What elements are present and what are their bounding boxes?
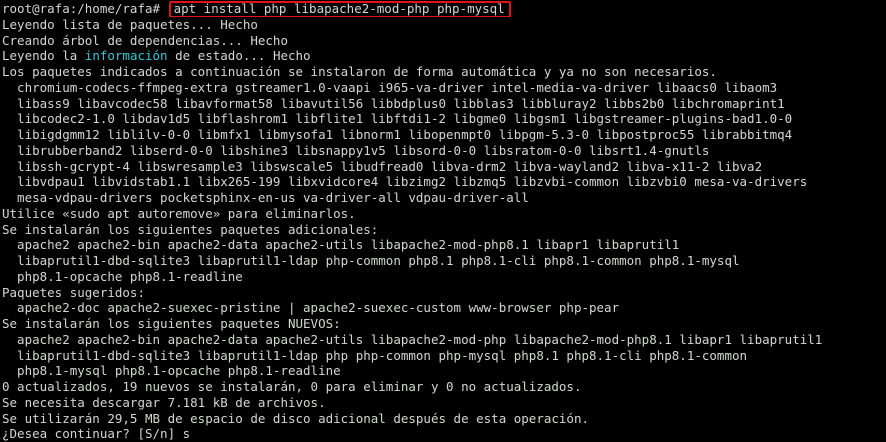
command-line: root@rafa:/home/rafa# apt install php li… xyxy=(2,1,886,17)
output-text: Leyendo la xyxy=(2,48,85,64)
download-size-line: Se necesita descargar 7.181 kB de archiv… xyxy=(2,394,326,410)
package-list-line: mesa-vdpau-drivers pocketsphinx-en-us va… xyxy=(2,190,529,205)
shell-prompt: root@rafa:/home/rafa# xyxy=(2,1,168,16)
package-list-line: chromium-codecs-ffmpeg-extra gstreamer1.… xyxy=(2,79,778,95)
package-list-line: libssh-gcrypt-4 libswresample3 libswscal… xyxy=(2,158,763,174)
output-line: Los paquetes indicados a continuación se… xyxy=(2,64,717,79)
package-list-line: php8.1-opcache php8.1-readline xyxy=(2,268,243,284)
package-list-line: libaprutil1-dbd-sqlite3 libaprutil1-ldap… xyxy=(2,253,740,268)
highlighted-command: apt install php libapache2-mod-php php-m… xyxy=(168,1,511,17)
output-line: Se instalarán los siguientes paquetes NU… xyxy=(2,316,341,331)
output-line: Leyendo la información de estado... Hech… xyxy=(2,48,886,64)
output-line: Paquetes sugeridos: xyxy=(2,284,145,300)
summary-line: 0 actualizados, 19 nuevos se instalarán,… xyxy=(2,379,582,394)
package-list-line: libaprutil1-dbd-sqlite3 libaprutil1-ldap… xyxy=(2,347,748,363)
confirm-prompt-line[interactable]: ¿Desea continuar? [S/n] s xyxy=(2,426,886,442)
package-list-line: libcodec2-1.0 libdav1d5 libflashrom1 lib… xyxy=(2,111,793,127)
package-list-line: apache2-doc apache2-suexec-pristine | ap… xyxy=(2,300,620,316)
terminal-window[interactable]: root@rafa:/home/rafa# apt install php li… xyxy=(0,0,886,441)
output-line: Creando árbol de dependencias... Hecho xyxy=(2,32,288,48)
confirm-question: ¿Desea continuar? [S/n] xyxy=(2,426,183,442)
package-list-line: apache2 apache2-bin apache2-data apache2… xyxy=(2,331,823,347)
package-list-line: libass9 libavcodec58 libavformat58 libav… xyxy=(2,95,785,111)
package-list-line: libvdpau1 libvidstab1.1 libx265-199 libx… xyxy=(2,174,808,190)
package-list-line: apache2 apache2-bin apache2-data apache2… xyxy=(2,237,680,253)
output-text: de estado... Hecho xyxy=(167,48,311,64)
output-line: Se instalarán los siguientes paquetes ad… xyxy=(2,221,379,237)
output-line: Leyendo lista de paquetes... Hecho xyxy=(2,16,258,32)
package-list-line: librubberband2 libserd-0-0 libshine3 lib… xyxy=(2,142,710,158)
package-list-line: libigdgmm12 liblilv-0-0 libmfx1 libmysof… xyxy=(2,127,793,142)
confirm-answer-input[interactable]: s xyxy=(183,426,191,441)
output-line: Utilice «sudo apt autoremove» para elimi… xyxy=(2,205,356,221)
highlighted-word: información xyxy=(84,48,168,64)
package-list-line: php8.1-mysql php8.1-opcache php8.1-readl… xyxy=(2,363,341,379)
